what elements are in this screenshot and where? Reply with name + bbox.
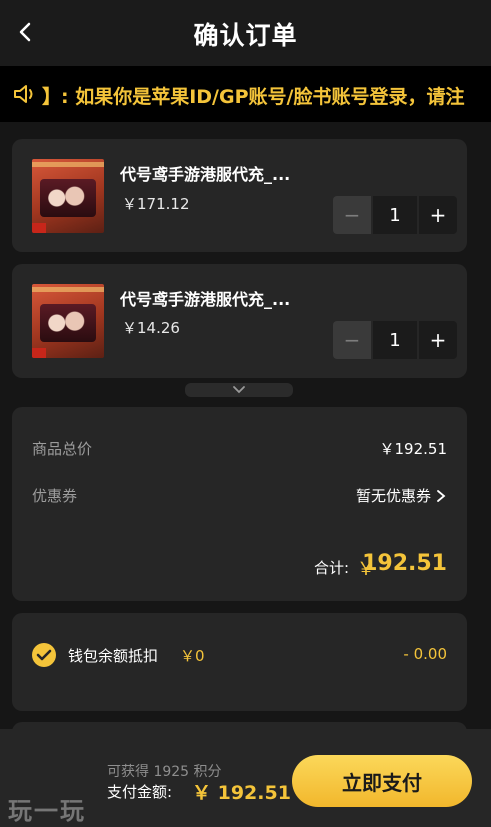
coupon-label: 优惠券 xyxy=(32,487,78,505)
wallet-balance: ￥0 xyxy=(180,647,205,665)
check-icon xyxy=(36,649,52,661)
product-image xyxy=(32,159,104,233)
product-card: 代号鸢手游港服代充_... ￥171.12 − 1 + xyxy=(12,139,467,252)
quantity-value[interactable]: 1 xyxy=(373,321,417,359)
subtotal-value: ￥192.51 xyxy=(379,440,448,458)
product-name: 代号鸢手游港服代充_... xyxy=(120,290,291,309)
notice-text: 】: 如果你是苹果ID/GP账号/脸书账号登录，请注 xyxy=(42,86,465,108)
wallet-label: 钱包余额抵扣 xyxy=(68,647,159,665)
total-label: 合计: xyxy=(313,559,349,577)
quantity-value[interactable]: 1 xyxy=(373,196,417,234)
product-card: 代号鸢手游港服代充_... ￥14.26 − 1 + xyxy=(12,264,467,378)
pay-amount-value: ￥ 192.51 xyxy=(192,782,291,804)
wallet-deduction: - 0.00 xyxy=(403,645,447,663)
expand-toggle[interactable] xyxy=(185,383,293,397)
pay-now-button[interactable]: 立即支付 xyxy=(292,755,472,807)
wallet-checkbox[interactable] xyxy=(32,643,56,667)
product-price: ￥14.26 xyxy=(122,319,180,337)
chevron-down-icon xyxy=(233,386,245,394)
pay-amount-label: 支付金额: xyxy=(107,783,173,801)
wallet-card: 钱包余额抵扣 ￥0 - 0.00 xyxy=(12,613,467,711)
increase-button[interactable]: + xyxy=(419,196,457,234)
total-value: 192.51 xyxy=(362,551,447,576)
quantity-stepper: − 1 + xyxy=(333,321,457,359)
page-title: 确认订单 xyxy=(193,21,298,50)
chevron-right-icon xyxy=(437,489,446,502)
decrease-button[interactable]: − xyxy=(333,196,371,234)
speaker-icon xyxy=(14,85,33,103)
watermark: 玩一玩 xyxy=(8,796,86,825)
decrease-button[interactable]: − xyxy=(333,321,371,359)
increase-button[interactable]: + xyxy=(419,321,457,359)
coupon-selector[interactable]: 暂无优惠券 xyxy=(356,485,447,506)
subtotal-label: 商品总价 xyxy=(32,440,93,458)
quantity-stepper: − 1 + xyxy=(333,196,457,234)
app-header: 确认订单 xyxy=(0,0,491,66)
price-summary: 商品总价 ￥192.51 优惠券 暂无优惠券 合计: ￥ 192.51 xyxy=(12,407,467,601)
coupon-value: 暂无优惠券 xyxy=(355,487,431,505)
product-name: 代号鸢手游港服代充_... xyxy=(120,165,291,184)
product-price: ￥171.12 xyxy=(122,195,190,213)
notice-bar: 】: 如果你是苹果ID/GP账号/脸书账号登录，请注 xyxy=(0,66,491,122)
product-image xyxy=(32,284,104,358)
